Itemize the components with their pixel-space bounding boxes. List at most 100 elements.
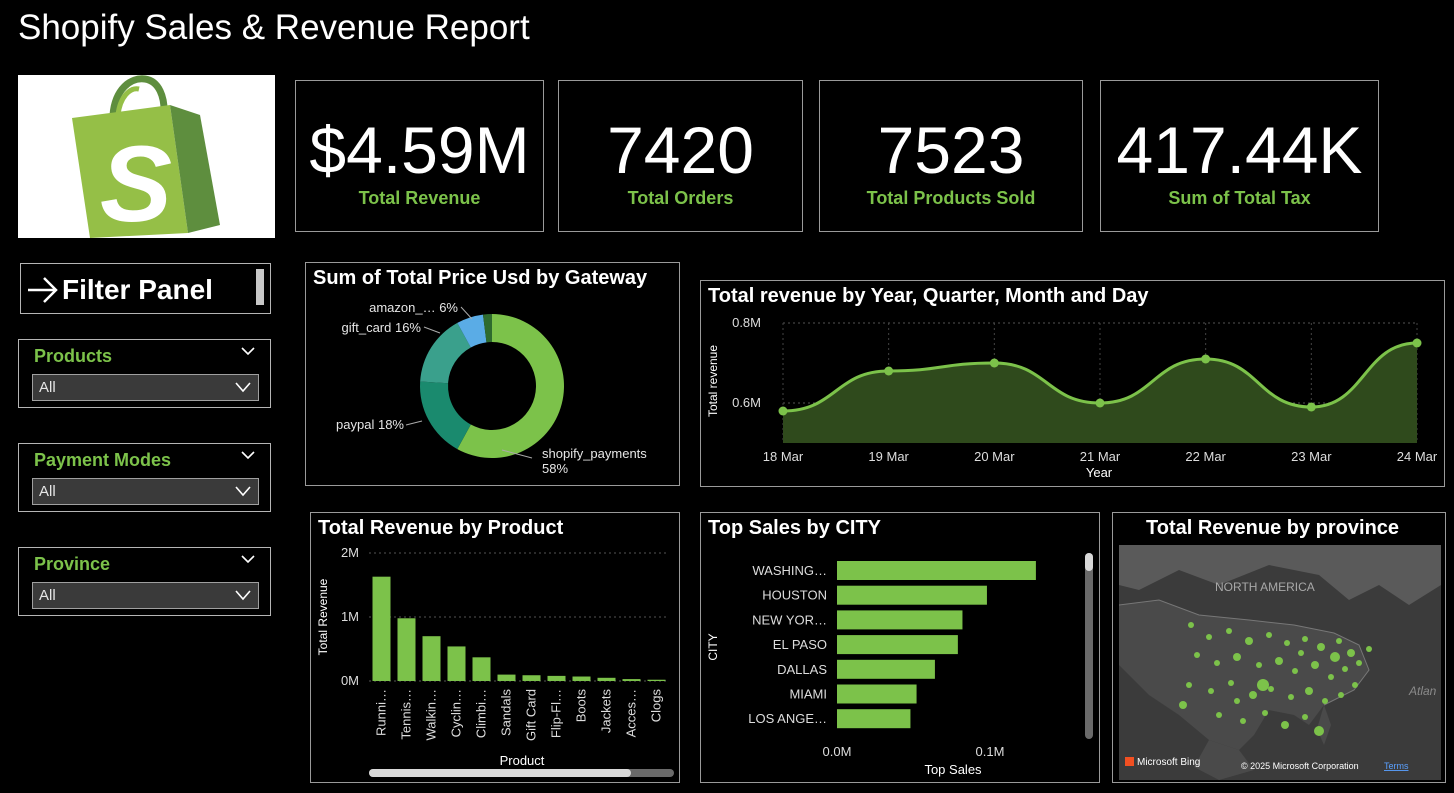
slicer-dropdown[interactable]: All	[32, 478, 259, 505]
map-bubble[interactable]	[1328, 674, 1334, 680]
y-tick-label: EL PASO	[773, 637, 827, 652]
bar[interactable]	[837, 585, 987, 605]
map-bubble[interactable]	[1311, 661, 1319, 669]
shopify-bag-icon: S	[72, 75, 220, 244]
map-bubble[interactable]	[1216, 712, 1222, 718]
data-point[interactable]	[1095, 398, 1105, 408]
slicer-dropdown[interactable]: All	[32, 374, 259, 401]
dropdown-chevron-icon[interactable]	[234, 484, 252, 498]
filter-panel-title: Filter Panel	[62, 274, 213, 305]
map-bubble[interactable]	[1245, 637, 1253, 645]
bar[interactable]	[572, 676, 591, 681]
scrollbar-track[interactable]	[1085, 553, 1093, 739]
map-bubble[interactable]	[1256, 662, 1262, 668]
bar[interactable]	[622, 679, 641, 681]
data-point[interactable]	[989, 358, 999, 368]
bar[interactable]	[837, 561, 1036, 580]
bar[interactable]	[472, 657, 491, 681]
map-bubble[interactable]	[1214, 660, 1220, 666]
data-point[interactable]	[884, 366, 894, 376]
map-bubble[interactable]	[1257, 679, 1269, 691]
data-point[interactable]	[1412, 338, 1422, 348]
map-bubble[interactable]	[1322, 698, 1328, 704]
city-bar-chart[interactable]: WASHING… HOUSTON NEW YOR… EL PASO DALLAS MIAM…	[701, 513, 1099, 782]
bar[interactable]	[522, 675, 541, 681]
bar[interactable]	[597, 677, 616, 681]
map-bubble[interactable]	[1330, 652, 1340, 662]
map-bubble[interactable]	[1275, 657, 1283, 665]
chevron-down-icon[interactable]	[240, 345, 256, 357]
map-bubble[interactable]	[1208, 688, 1214, 694]
kpi-value: 7420	[607, 113, 754, 187]
map-terms-link[interactable]: Terms	[1384, 761, 1409, 771]
map-bubble[interactable]	[1288, 694, 1294, 700]
product-bar-chart[interactable]: 0M 1M 2M Runni… Tennis… Walkin… Cyclin… Climbi……	[311, 513, 679, 782]
map-bubble[interactable]	[1314, 726, 1324, 736]
map-bubble[interactable]	[1298, 650, 1304, 656]
map-bubble[interactable]	[1284, 640, 1290, 646]
map-bubble[interactable]	[1179, 701, 1187, 709]
map-bubble[interactable]	[1352, 682, 1358, 688]
map-bubble[interactable]	[1228, 680, 1234, 686]
bar[interactable]	[837, 709, 911, 729]
map-bubble[interactable]	[1194, 652, 1200, 658]
kpi-label: Sum of Total Tax	[1168, 188, 1311, 208]
bar[interactable]	[547, 675, 566, 681]
map-bubble[interactable]	[1347, 649, 1355, 657]
timeline-area-chart[interactable]: 0.6M 0.8M 18 Mar 19 Mar 20 Mar 21 Mar 22 Mar 23…	[701, 281, 1444, 486]
gateway-donut-chart[interactable]: shopify_payments58% paypal 18% gift_card 1…	[306, 263, 679, 485]
bar[interactable]	[397, 618, 416, 681]
filter-panel-button[interactable]: Filter Panel	[20, 263, 271, 314]
map-bubble[interactable]	[1249, 691, 1257, 699]
bar[interactable]	[422, 636, 441, 681]
dropdown-chevron-icon[interactable]	[234, 380, 252, 394]
map-bubble[interactable]	[1268, 686, 1274, 692]
y-tick-label: 0.8M	[732, 315, 761, 330]
map-bubble[interactable]	[1302, 636, 1308, 642]
bar[interactable]	[837, 684, 917, 704]
map-bubble[interactable]	[1305, 687, 1313, 695]
map-bubble[interactable]	[1206, 634, 1212, 640]
map-bubble[interactable]	[1233, 653, 1241, 661]
map-bubble[interactable]	[1266, 632, 1272, 638]
map-bubble[interactable]	[1226, 628, 1232, 634]
map-bubble[interactable]	[1317, 643, 1325, 651]
map-bubble[interactable]	[1336, 638, 1342, 644]
slicer-province[interactable]: Province All	[18, 547, 271, 616]
map-bubble[interactable]	[1366, 646, 1372, 652]
bar[interactable]	[447, 646, 466, 681]
bar[interactable]	[647, 679, 666, 681]
map-bubble[interactable]	[1186, 682, 1192, 688]
scrollbar-thumb[interactable]	[369, 769, 631, 777]
slicer-dropdown[interactable]: All	[32, 582, 259, 609]
map-bubble[interactable]	[1302, 714, 1308, 720]
bar[interactable]	[837, 610, 963, 630]
bar[interactable]	[837, 635, 958, 655]
map-bubble[interactable]	[1262, 710, 1268, 716]
x-tick-label: Runni…	[374, 689, 389, 736]
slicer-products[interactable]: Products All	[18, 339, 271, 408]
map-bubble[interactable]	[1338, 692, 1344, 698]
map-bubble[interactable]	[1356, 660, 1362, 666]
map-bubble[interactable]	[1342, 666, 1348, 672]
map-bubble[interactable]	[1281, 721, 1289, 729]
kpi-value: 417.44K	[1116, 113, 1363, 187]
scrollbar-thumb[interactable]	[1085, 553, 1093, 571]
data-point[interactable]	[778, 406, 788, 416]
province-map[interactable]: NORTH AMERICA Atlan Microsoft Bing © 202…	[1119, 545, 1441, 780]
bar[interactable]	[372, 576, 391, 681]
slicer-payment-modes[interactable]: Payment Modes All	[18, 443, 271, 512]
map-bubble[interactable]	[1292, 668, 1298, 674]
chevron-down-icon[interactable]	[240, 553, 256, 565]
bar[interactable]	[837, 659, 935, 679]
x-tick-label: Sandals	[499, 689, 514, 736]
map-bubble[interactable]	[1240, 718, 1246, 724]
chevron-down-icon[interactable]	[240, 449, 256, 461]
data-point[interactable]	[1201, 354, 1211, 364]
data-point[interactable]	[1306, 402, 1316, 412]
dropdown-chevron-icon[interactable]	[234, 588, 252, 602]
map-bubble[interactable]	[1234, 698, 1240, 704]
bar[interactable]	[497, 674, 516, 681]
map-bubble[interactable]	[1188, 622, 1194, 628]
x-tick-label: Walkin…	[424, 689, 439, 741]
